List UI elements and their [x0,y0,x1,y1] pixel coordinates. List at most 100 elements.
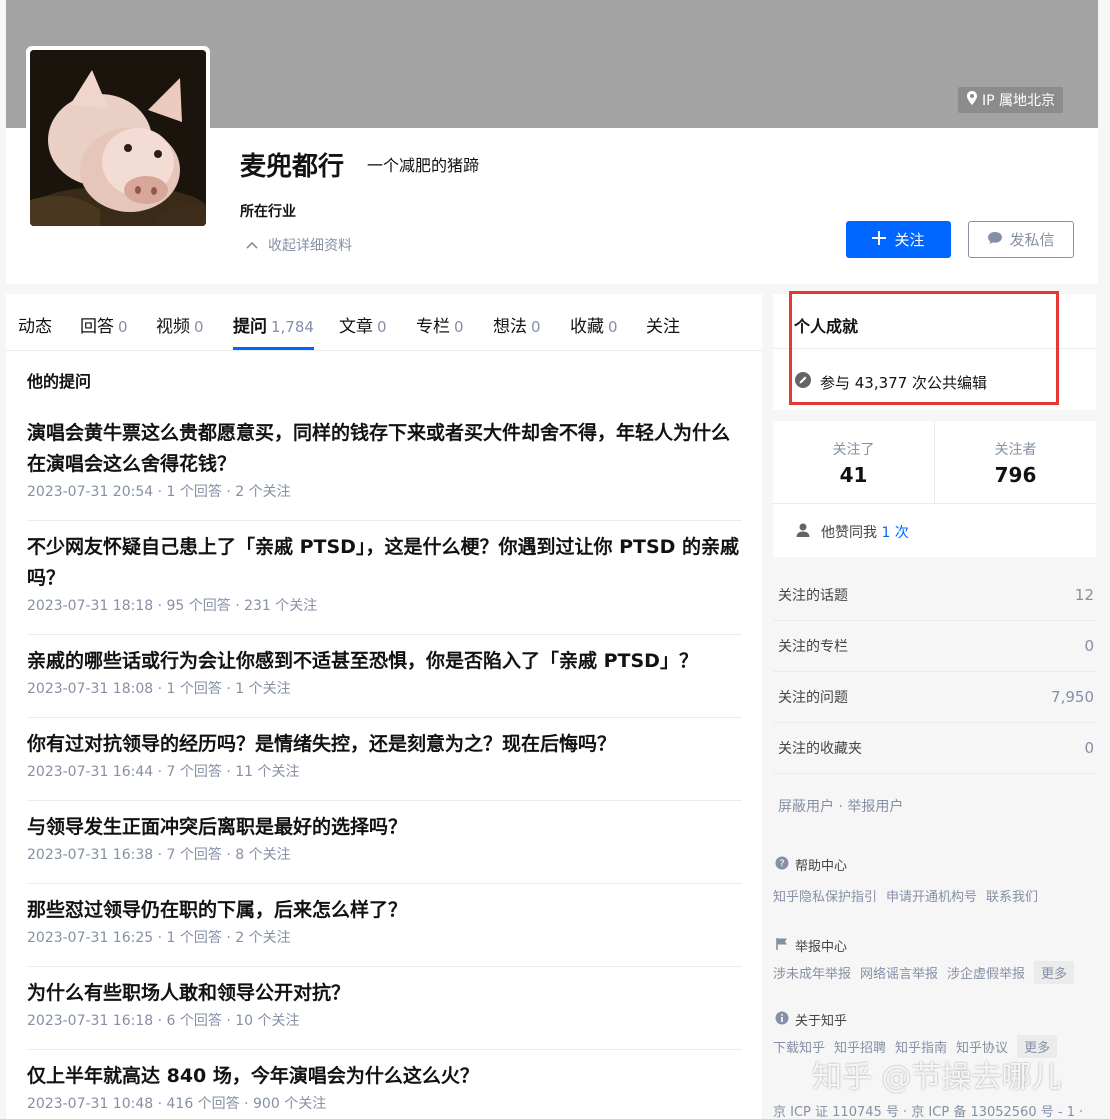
location-pin-icon [966,91,978,109]
question-meta: 2023-07-31 18:08 · 1 个回答 · 1 个关注 [27,681,291,697]
question-item: 你有过对抗领导的经历吗？是情绪失控，还是刻意为之？现在后悔吗？ 2023-07-… [27,729,742,801]
piglet-avatar-image [30,50,206,226]
collapse-details-link[interactable]: 收起详细资料 [246,235,352,255]
list-row-value: 7,950 [1051,688,1094,706]
footer-link[interactable]: 知乎招聘 [834,1037,886,1056]
tab-articles[interactable]: 文章 0 [339,312,387,337]
profile-tabs: 动态 回答 0 视频 0 提问 1,784 文章 0 专栏 0 想法 0 收藏 0 关注 [6,294,762,351]
public-edit-text: 参与 43,377 次公共编辑 [820,373,988,392]
following-label: 关注了 [832,442,875,458]
footer-link[interactable]: 知乎隐私保护指引 [773,886,877,905]
tab-columns[interactable]: 专栏 0 [416,312,464,337]
plus-icon [872,230,887,249]
questions-section-title: 他的提问 [27,372,92,391]
question-title[interactable]: 你有过对抗领导的经历吗？是情绪失控，还是刻意为之？现在后悔吗？ [27,729,742,760]
tab-collections[interactable]: 收藏 0 [570,312,618,337]
about-heading: 关于知乎 [775,1010,847,1029]
footer-link[interactable]: 申请开通机构号 [886,886,977,905]
followed-topics-row[interactable]: 关注的话题 12 [773,570,1096,621]
footer-link[interactable]: 知乎指南 [895,1037,947,1056]
copyright-text: 京 ICP 证 110745 号 · 京 ICP 备 13052560 号 - … [773,1105,1084,1119]
list-row-label: 关注的话题 [778,588,848,604]
user-headline: 一个减肥的猪蹄 [367,156,480,175]
question-item: 为什么有些职场人敢和领导公开对抗？ 2023-07-31 16:18 · 6 个… [27,978,742,1050]
tab-videos[interactable]: 视频 0 [156,312,204,337]
send-message-button[interactable]: 发私信 [968,221,1074,258]
following-count: 41 [839,463,868,487]
tab-questions[interactable]: 提问 1,784 [233,312,314,337]
question-title[interactable]: 仅上半年就高达 840 场，今年演唱会为什么这么火？ [27,1061,742,1092]
list-row-value: 12 [1074,586,1094,604]
footer-link[interactable]: 涉未成年举报 [773,963,851,982]
question-title[interactable]: 为什么有些职场人敢和领导公开对抗？ [27,978,742,1009]
question-meta: 2023-07-31 18:18 · 95 个回答 · 231 个关注 [27,598,318,614]
question-meta: 2023-07-31 16:38 · 7 个回答 · 8 个关注 [27,847,291,863]
achievements-card: 个人成就 参与 43,377 次公共编辑 [773,294,1096,410]
ip-location-badge: IP 属地北京 [957,87,1063,113]
send-message-label: 发私信 [1009,231,1055,249]
footer-link[interactable]: 网络谣言举报 [860,963,938,982]
followed-columns-row[interactable]: 关注的专栏 0 [773,621,1096,672]
footer-link[interactable]: 联系我们 [986,886,1038,905]
footer-link[interactable]: 知乎协议 [956,1037,1008,1056]
footer-link[interactable]: 涉企虚假举报 [947,963,1025,982]
user-name: 麦兜都行 [240,152,345,182]
question-meta: 2023-07-31 16:18 · 6 个回答 · 10 个关注 [27,1013,300,1029]
followers-stat[interactable]: 关注者 796 [935,421,1096,503]
ip-location-text: IP 属地北京 [981,93,1055,109]
profile-header: IP 属地北京 麦兜都行 一个减肥的猪蹄 所在行业 收起详细资料 关注 发私信 [6,0,1098,284]
tab-activity[interactable]: 动态 [18,312,56,337]
tab-following[interactable]: 关注 [646,312,684,337]
question-meta: 2023-07-31 10:48 · 416 个回答 · 900 个关注 [27,1096,327,1112]
avatar[interactable] [26,46,210,230]
question-title[interactable]: 亲戚的哪些话或行为会让你感到不适甚至恐惧，你是否陷入了「亲戚 PTSD」？ [27,646,742,677]
tab-thoughts[interactable]: 想法 0 [493,312,541,337]
active-tab-indicator [233,347,314,350]
question-title[interactable]: 演唱会黄牛票这么贵都愿意买，同样的钱存下来或者买大件却舍不得，年轻人为什么在演唱… [27,418,742,480]
question-meta: 2023-07-31 16:44 · 7 个回答 · 11 个关注 [27,764,300,780]
praise-stat: 他赞同我 1 次 [795,522,909,542]
tab-answers[interactable]: 回答 0 [80,312,128,337]
achievements-title: 个人成就 [794,317,859,336]
question-item: 不少网友怀疑自己患上了「亲戚 PTSD」，这是什么梗？你遇到过让你 PTSD 的… [27,532,742,635]
divider [773,348,1096,349]
more-button[interactable]: 更多 [1017,1035,1058,1058]
follow-button[interactable]: 关注 [846,221,951,258]
followed-collections-row[interactable]: 关注的收藏夹 0 [773,723,1096,774]
more-button[interactable]: 更多 [1034,961,1075,984]
footer-link[interactable]: 下载知乎 [773,1037,825,1056]
list-row-label: 关注的专栏 [778,639,848,655]
question-title[interactable]: 不少网友怀疑自己患上了「亲戚 PTSD」，这是什么梗？你遇到过让你 PTSD 的… [27,532,742,594]
following-stat[interactable]: 关注了 41 [773,421,934,503]
question-meta: 2023-07-31 16:25 · 1 个回答 · 2 个关注 [27,930,291,946]
question-meta: 2023-07-31 20:54 · 1 个回答 · 2 个关注 [27,484,291,500]
follow-button-label: 关注 [894,231,925,249]
question-item: 仅上半年就高达 840 场，今年演唱会为什么这么火？ 2023-07-31 10… [27,1061,742,1119]
praise-count: 1 次 [881,525,909,541]
question-title[interactable]: 那些怼过领导仍在职的下属，后来怎么样了？ [27,895,742,926]
help-links: 知乎隐私保护指引 申请开通机构号 联系我们 [773,886,1038,905]
info-circle-icon [775,1011,789,1029]
list-row-label: 关注的收藏夹 [778,741,862,757]
question-title[interactable]: 与领导发生正面冲突后离职是最好的选择吗？ [27,812,742,843]
question-item: 演唱会黄牛票这么贵都愿意买，同样的钱存下来或者买大件却舍不得，年轻人为什么在演唱… [27,418,742,521]
list-row-value: 0 [1084,739,1094,757]
report-center-heading: 举报中心 [775,936,847,955]
list-row-label: 关注的问题 [778,690,848,706]
question-item: 亲戚的哪些话或行为会让你感到不适甚至恐惧，你是否陷入了「亲戚 PTSD」？ 20… [27,646,742,718]
chat-bubble-icon [987,231,1003,249]
flag-icon [775,937,789,955]
question-circle-icon: ? [775,856,789,874]
divider [773,503,1096,504]
question-item: 那些怼过领导仍在职的下属，后来怎么样了？ 2023-07-31 16:25 · … [27,895,742,967]
follow-stats-card: 关注了 41 关注者 796 他赞同我 1 次 [773,421,1096,557]
report-links: 涉未成年举报 网络谣言举报 涉企虚假举报 更多 [773,961,1075,984]
watermark: 知乎 @节操去哪儿 [812,1060,1062,1095]
collapse-details-label: 收起详细资料 [268,238,352,254]
praise-prefix: 他赞同我 [821,525,877,541]
followed-questions-row[interactable]: 关注的问题 7,950 [773,672,1096,723]
followers-count: 796 [994,463,1037,487]
block-report-links[interactable]: 屏蔽用户 · 举报用户 [778,796,903,816]
chevron-up-icon [246,237,258,253]
list-row-value: 0 [1084,637,1094,655]
